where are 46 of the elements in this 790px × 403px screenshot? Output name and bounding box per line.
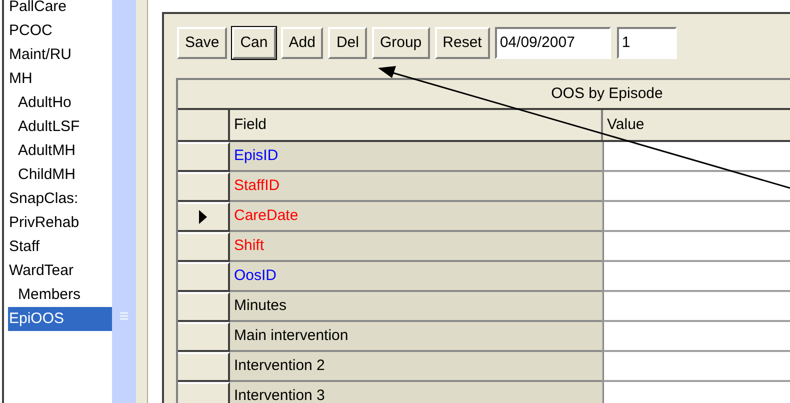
list-item[interactable]: PallCare bbox=[8, 0, 112, 19]
row-selector[interactable] bbox=[178, 262, 230, 292]
table-cell: CareDate bbox=[230, 202, 603, 232]
row-selector[interactable] bbox=[178, 172, 230, 202]
list-item[interactable]: AdultLSF bbox=[8, 115, 112, 139]
toolbar-button[interactable]: Add bbox=[280, 27, 324, 59]
table-cell: Minutes bbox=[230, 292, 603, 322]
list-item[interactable]: WardTear bbox=[8, 259, 112, 283]
row-selector[interactable] bbox=[178, 322, 230, 352]
column-header: Value bbox=[606, 115, 646, 135]
toolbar-button[interactable]: Save bbox=[177, 27, 228, 59]
table-cell: EpisID bbox=[230, 142, 603, 172]
table-cell: Shift bbox=[230, 232, 603, 262]
list-item[interactable]: AdultMH bbox=[8, 139, 112, 163]
list-item[interactable]: Staff bbox=[8, 235, 112, 259]
table-cell: StaffID bbox=[230, 172, 603, 202]
toolbar-button[interactable]: Can bbox=[232, 27, 276, 59]
list-item[interactable]: MH bbox=[8, 67, 112, 91]
grid-title: OOS by Episode bbox=[178, 80, 790, 110]
list-item[interactable]: PrivRehab bbox=[8, 211, 112, 235]
table-cell: Intervention 3 bbox=[230, 382, 603, 403]
row-selector[interactable] bbox=[178, 142, 230, 172]
list-item[interactable]: EpiOOS bbox=[8, 307, 112, 331]
row-selector[interactable] bbox=[178, 382, 230, 403]
list-item[interactable]: AdultHo bbox=[8, 91, 112, 115]
toolbar-button[interactable]: Reset bbox=[434, 27, 490, 59]
row-selector[interactable] bbox=[178, 352, 230, 382]
list-item[interactable]: PCOC bbox=[8, 19, 112, 43]
table-cell: Intervention 2 bbox=[230, 352, 603, 382]
grip-icon bbox=[119, 312, 129, 322]
list-item[interactable]: ChildMH bbox=[8, 163, 112, 187]
table-cell: Main intervention bbox=[230, 322, 603, 352]
toolbar-button[interactable]: Group bbox=[372, 27, 430, 59]
row-selector[interactable] bbox=[178, 202, 230, 232]
list-item[interactable]: SnapClas: bbox=[8, 187, 112, 211]
current-row-icon bbox=[199, 210, 207, 224]
toolbar-button[interactable]: Del bbox=[328, 27, 367, 59]
scrollbar[interactable] bbox=[112, 0, 136, 403]
row-selector[interactable] bbox=[178, 232, 230, 262]
list-item[interactable]: Members bbox=[8, 283, 112, 307]
column-header: Field bbox=[230, 110, 603, 140]
table-cell: OosID bbox=[230, 262, 603, 292]
date-field[interactable]: 04/09/2007 bbox=[494, 27, 611, 59]
number-field[interactable]: 1 bbox=[616, 27, 677, 59]
list-item[interactable]: Maint/RU bbox=[8, 43, 112, 67]
row-selector[interactable] bbox=[178, 292, 230, 322]
